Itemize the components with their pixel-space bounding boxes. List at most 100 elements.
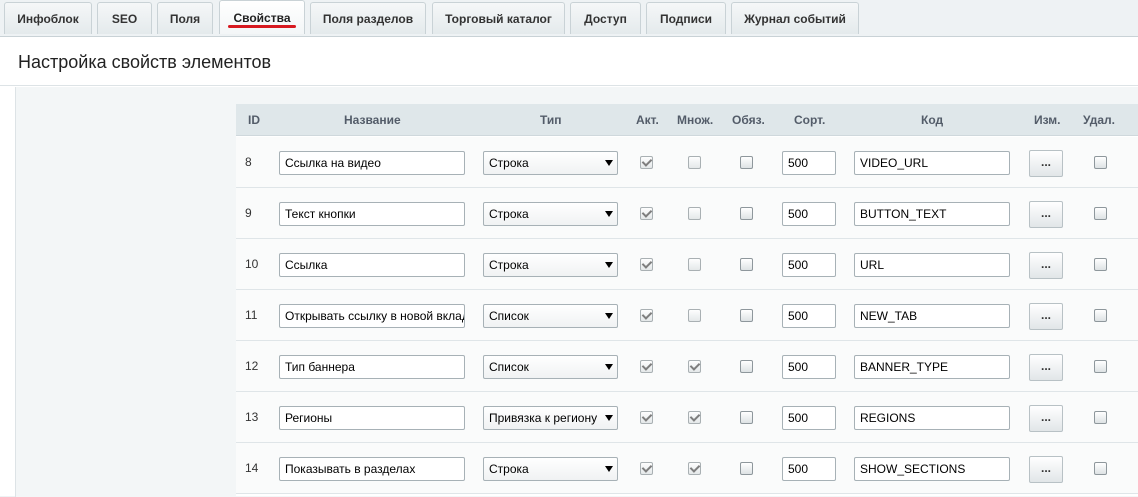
property-name-input[interactable]: Регионы (279, 406, 465, 430)
edit-property-button[interactable]: ... (1029, 405, 1063, 432)
property-name-input[interactable]: Текст кнопки (279, 202, 465, 226)
tab-fields[interactable]: Поля (157, 2, 213, 34)
multiple-checkbox (688, 156, 701, 169)
required-checkbox[interactable] (740, 360, 753, 373)
edit-property-button[interactable]: ... (1029, 456, 1063, 483)
property-name-input[interactable]: Показывать в разделах (279, 457, 465, 481)
table-row: 9 Текст кнопки Строка 500 BUTTON_TEXT... (236, 188, 1138, 239)
column-header-id: ID (248, 113, 260, 127)
code-input[interactable]: BUTTON_TEXT (854, 202, 1010, 226)
table-row: 8 Ссылка на видео Строка 500 VIDEO_URL... (236, 137, 1138, 188)
property-type-select[interactable]: Строка (483, 457, 618, 481)
sort-input[interactable]: 500 (782, 253, 836, 277)
property-type-value: Строка (489, 258, 529, 272)
tab-seo[interactable]: SEO (97, 2, 152, 34)
tab-section-fields[interactable]: Поля разделов (310, 2, 426, 34)
delete-checkbox[interactable] (1094, 360, 1107, 373)
property-type-select[interactable]: Строка (483, 151, 618, 175)
required-checkbox[interactable] (740, 411, 753, 424)
delete-checkbox[interactable] (1094, 462, 1107, 475)
property-name-input[interactable]: Тип баннера (279, 355, 465, 379)
sort-input[interactable]: 500 (782, 304, 836, 328)
edit-property-button[interactable]: ... (1029, 252, 1063, 279)
edit-property-button[interactable]: ... (1029, 201, 1063, 228)
tab-label: Поля (169, 11, 201, 26)
tab-label: Доступ (584, 11, 627, 26)
sort-input[interactable]: 500 (782, 457, 836, 481)
delete-checkbox[interactable] (1094, 258, 1107, 271)
property-type-select[interactable]: Список (483, 355, 618, 379)
property-type-select[interactable]: Строка (483, 253, 618, 277)
sort-input[interactable]: 500 (782, 202, 836, 226)
column-header-code: Код (921, 113, 944, 127)
property-type-select[interactable]: Список (483, 304, 618, 328)
dropdown-arrow-icon (605, 160, 613, 166)
table-row: 10 Ссылка Строка 500 URL... (236, 239, 1138, 290)
edit-property-button[interactable]: ... (1029, 150, 1063, 177)
tab-label: SEO (111, 11, 138, 26)
tab-label: Торговый каталог (445, 11, 552, 26)
properties-table: ID Название Тип Акт. Множ. Обяз. Сорт. К… (236, 104, 1138, 496)
property-id: 9 (245, 206, 252, 220)
code-input[interactable]: SHOW_SECTIONS (854, 457, 1010, 481)
tab-bar: Инфоблок SEO Поля Свойства Поля разделов… (0, 0, 1138, 36)
code-input[interactable]: BANNER_TYPE (854, 355, 1010, 379)
sort-input[interactable]: 500 (782, 406, 836, 430)
required-checkbox[interactable] (740, 462, 753, 475)
edit-property-button[interactable]: ... (1029, 354, 1063, 381)
property-type-select[interactable]: Привязка к региону (483, 406, 618, 430)
column-header-edit: Изм. (1034, 113, 1061, 127)
code-input[interactable]: URL (854, 253, 1010, 277)
property-type-select[interactable]: Строка (483, 202, 618, 226)
active-checkbox (640, 360, 653, 373)
required-checkbox[interactable] (740, 156, 753, 169)
edit-property-button[interactable]: ... (1029, 303, 1063, 330)
tab-label: Поля разделов (322, 11, 414, 26)
sort-input[interactable]: 500 (782, 355, 836, 379)
code-input[interactable]: REGIONS (854, 406, 1010, 430)
property-id: 8 (245, 155, 252, 169)
property-id: 11 (245, 308, 258, 322)
active-checkbox (640, 156, 653, 169)
tab-event-log[interactable]: Журнал событий (731, 2, 859, 34)
property-type-value: Список (489, 309, 529, 323)
required-checkbox[interactable] (740, 207, 753, 220)
tab-trade-catalog[interactable]: Торговый каталог (432, 2, 565, 34)
property-type-value: Строка (489, 156, 529, 170)
dropdown-arrow-icon (605, 211, 613, 217)
delete-checkbox[interactable] (1094, 309, 1107, 322)
table-header: ID Название Тип Акт. Множ. Обяз. Сорт. К… (236, 104, 1138, 136)
delete-checkbox[interactable] (1094, 411, 1107, 424)
required-checkbox[interactable] (740, 309, 753, 322)
property-type-value: Список (489, 360, 529, 374)
property-type-value: Привязка к региону (489, 411, 598, 425)
tab-captions[interactable]: Подписи (646, 2, 726, 34)
multiple-checkbox (688, 309, 701, 322)
table-row: 11 Открывать ссылку в новой вкладке Список… (236, 290, 1138, 341)
tab-infoblock[interactable]: Инфоблок (4, 2, 92, 34)
column-header-delete: Удал. (1083, 113, 1115, 127)
delete-checkbox[interactable] (1094, 156, 1107, 169)
sort-input[interactable]: 500 (782, 151, 836, 175)
active-checkbox (640, 411, 653, 424)
column-header-active: Акт. (636, 113, 659, 127)
delete-checkbox[interactable] (1094, 207, 1107, 220)
tab-access[interactable]: Доступ (570, 2, 641, 34)
multiple-checkbox (688, 258, 701, 271)
tab-label: Свойства (233, 10, 291, 25)
active-tab-underline (228, 25, 296, 28)
property-name-input[interactable]: Открывать ссылку в новой вкладке (279, 304, 465, 328)
dropdown-arrow-icon (605, 364, 613, 370)
active-checkbox (640, 462, 653, 475)
multiple-checkbox (688, 462, 701, 475)
required-checkbox[interactable] (740, 258, 753, 271)
tab-properties[interactable]: Свойства (219, 0, 305, 34)
code-input[interactable]: VIDEO_URL (854, 151, 1010, 175)
code-input[interactable]: NEW_TAB (854, 304, 1010, 328)
property-type-value: Строка (489, 462, 529, 476)
table-row: 13 Регионы Привязка к региону 500 REGIONS... (236, 392, 1138, 443)
property-name-input[interactable]: Ссылка на видео (279, 151, 465, 175)
column-header-sort: Сорт. (794, 113, 826, 127)
property-name-input[interactable]: Ссылка (279, 253, 465, 277)
property-id: 14 (245, 461, 259, 475)
